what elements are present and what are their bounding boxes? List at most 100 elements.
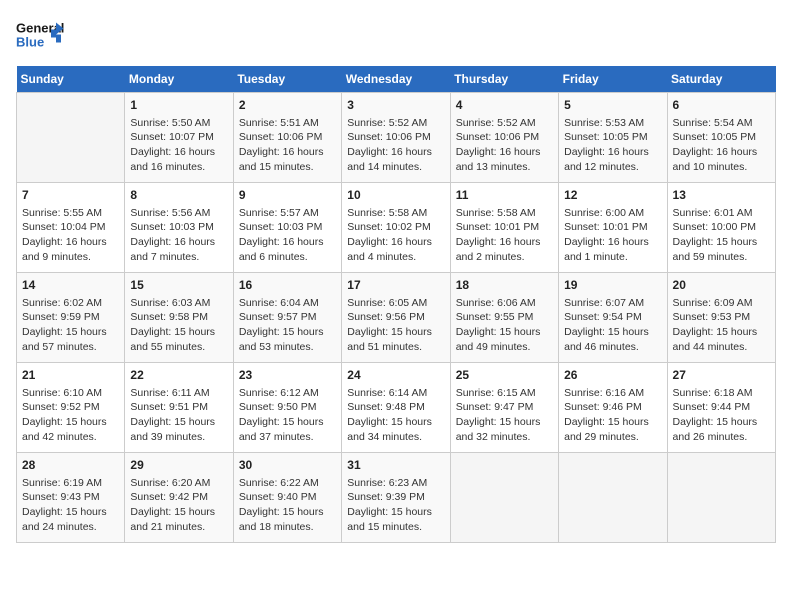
day-number: 26 bbox=[564, 367, 661, 384]
cell-content: Sunrise: 5:51 AM Sunset: 10:06 PM Daylig… bbox=[239, 116, 336, 175]
calendar-cell bbox=[450, 453, 558, 543]
calendar-cell: 25 Sunrise: 6:15 AM Sunset: 9:47 PM Dayli… bbox=[450, 363, 558, 453]
calendar-week-2: 7 Sunrise: 5:55 AM Sunset: 10:04 PM Dayli… bbox=[17, 183, 776, 273]
calendar-cell: 21Sunrise: 6:10 AM Sunset: 9:52 PM Dayli… bbox=[17, 363, 125, 453]
calendar-cell: 13 Sunrise: 6:01 AM Sunset: 10:00 PM Dayl… bbox=[667, 183, 775, 273]
calendar-week-5: 28Sunrise: 6:19 AM Sunset: 9:43 PM Dayli… bbox=[17, 453, 776, 543]
cell-content: Sunrise: 5:52 AM Sunset: 10:06 PM Daylig… bbox=[347, 116, 444, 175]
day-number: 28 bbox=[22, 457, 119, 474]
weekday-header-monday: Monday bbox=[125, 66, 233, 93]
cell-content: Sunrise: 6:09 AM Sunset: 9:53 PM Dayligh… bbox=[673, 296, 770, 355]
weekday-header-thursday: Thursday bbox=[450, 66, 558, 93]
weekday-header-saturday: Saturday bbox=[667, 66, 775, 93]
calendar-cell: 27Sunrise: 6:18 AM Sunset: 9:44 PM Dayli… bbox=[667, 363, 775, 453]
cell-content: Sunrise: 6:02 AM Sunset: 9:59 PM Dayligh… bbox=[22, 296, 119, 355]
cell-content: Sunrise: 6:01 AM Sunset: 10:00 PM Daylig… bbox=[673, 206, 770, 265]
calendar-cell: 22 Sunrise: 6:11 AM Sunset: 9:51 PM Dayli… bbox=[125, 363, 233, 453]
calendar-cell: 9 Sunrise: 5:57 AM Sunset: 10:03 PM Dayli… bbox=[233, 183, 341, 273]
day-number: 27 bbox=[673, 367, 770, 384]
cell-content: Sunrise: 6:16 AM Sunset: 9:46 PM Dayligh… bbox=[564, 386, 661, 445]
day-number: 2 bbox=[239, 97, 336, 114]
calendar-header: SundayMondayTuesdayWednesdayThursdayFrid… bbox=[17, 66, 776, 93]
day-number: 13 bbox=[673, 187, 770, 204]
page-header: General Blue bbox=[16, 16, 776, 56]
day-number: 14 bbox=[22, 277, 119, 294]
calendar-week-3: 14 Sunrise: 6:02 AM Sunset: 9:59 PM Dayli… bbox=[17, 273, 776, 363]
calendar-cell: 11Sunrise: 5:58 AM Sunset: 10:01 PM Dayl… bbox=[450, 183, 558, 273]
calendar-cell bbox=[17, 93, 125, 183]
logo: General Blue bbox=[16, 16, 66, 56]
logo-svg: General Blue bbox=[16, 16, 66, 56]
calendar-week-1: 1 Sunrise: 5:50 AM Sunset: 10:07 PM Dayli… bbox=[17, 93, 776, 183]
day-number: 1 bbox=[130, 97, 227, 114]
cell-content: Sunrise: 5:53 AM Sunset: 10:05 PM Daylig… bbox=[564, 116, 661, 175]
calendar-cell: 30Sunrise: 6:22 AM Sunset: 9:40 PM Dayli… bbox=[233, 453, 341, 543]
day-number: 4 bbox=[456, 97, 553, 114]
weekday-header-friday: Friday bbox=[559, 66, 667, 93]
day-number: 10 bbox=[347, 187, 444, 204]
calendar-cell: 14 Sunrise: 6:02 AM Sunset: 9:59 PM Dayli… bbox=[17, 273, 125, 363]
calendar-cell: 2 Sunrise: 5:51 AM Sunset: 10:06 PM Dayli… bbox=[233, 93, 341, 183]
day-number: 17 bbox=[347, 277, 444, 294]
calendar-table: SundayMondayTuesdayWednesdayThursdayFrid… bbox=[16, 66, 776, 543]
day-number: 5 bbox=[564, 97, 661, 114]
calendar-cell: 12 Sunrise: 6:00 AM Sunset: 10:01 PM Dayl… bbox=[559, 183, 667, 273]
day-number: 8 bbox=[130, 187, 227, 204]
calendar-body: 1 Sunrise: 5:50 AM Sunset: 10:07 PM Dayli… bbox=[17, 93, 776, 543]
day-number: 29 bbox=[130, 457, 227, 474]
calendar-cell: 8Sunrise: 5:56 AM Sunset: 10:03 PM Dayli… bbox=[125, 183, 233, 273]
calendar-cell: 5 Sunrise: 5:53 AM Sunset: 10:05 PM Dayli… bbox=[559, 93, 667, 183]
cell-content: Sunrise: 6:06 AM Sunset: 9:55 PM Dayligh… bbox=[456, 296, 553, 355]
day-number: 6 bbox=[673, 97, 770, 114]
day-number: 24 bbox=[347, 367, 444, 384]
weekday-header-tuesday: Tuesday bbox=[233, 66, 341, 93]
calendar-cell: 17 Sunrise: 6:05 AM Sunset: 9:56 PM Dayli… bbox=[342, 273, 450, 363]
day-number: 19 bbox=[564, 277, 661, 294]
calendar-cell: 16 Sunrise: 6:04 AM Sunset: 9:57 PM Dayli… bbox=[233, 273, 341, 363]
cell-content: Sunrise: 6:15 AM Sunset: 9:47 PM Dayligh… bbox=[456, 386, 553, 445]
cell-content: Sunrise: 6:14 AM Sunset: 9:48 PM Dayligh… bbox=[347, 386, 444, 445]
calendar-cell: 6Sunrise: 5:54 AM Sunset: 10:05 PM Dayli… bbox=[667, 93, 775, 183]
calendar-cell: 10 Sunrise: 5:58 AM Sunset: 10:02 PM Dayl… bbox=[342, 183, 450, 273]
day-number: 23 bbox=[239, 367, 336, 384]
calendar-cell bbox=[559, 453, 667, 543]
calendar-cell: 18 Sunrise: 6:06 AM Sunset: 9:55 PM Dayli… bbox=[450, 273, 558, 363]
cell-content: Sunrise: 6:04 AM Sunset: 9:57 PM Dayligh… bbox=[239, 296, 336, 355]
weekday-header-sunday: Sunday bbox=[17, 66, 125, 93]
calendar-cell: 31 Sunrise: 6:23 AM Sunset: 9:39 PM Dayli… bbox=[342, 453, 450, 543]
cell-content: Sunrise: 6:20 AM Sunset: 9:42 PM Dayligh… bbox=[130, 476, 227, 535]
calendar-cell: 23 Sunrise: 6:12 AM Sunset: 9:50 PM Dayli… bbox=[233, 363, 341, 453]
calendar-cell: 4 Sunrise: 5:52 AM Sunset: 10:06 PM Dayli… bbox=[450, 93, 558, 183]
cell-content: Sunrise: 5:52 AM Sunset: 10:06 PM Daylig… bbox=[456, 116, 553, 175]
day-number: 7 bbox=[22, 187, 119, 204]
day-number: 22 bbox=[130, 367, 227, 384]
cell-content: Sunrise: 6:11 AM Sunset: 9:51 PM Dayligh… bbox=[130, 386, 227, 445]
day-number: 16 bbox=[239, 277, 336, 294]
calendar-cell: 19 Sunrise: 6:07 AM Sunset: 9:54 PM Dayli… bbox=[559, 273, 667, 363]
day-number: 11 bbox=[456, 187, 553, 204]
day-number: 31 bbox=[347, 457, 444, 474]
cell-content: Sunrise: 5:50 AM Sunset: 10:07 PM Daylig… bbox=[130, 116, 227, 175]
cell-content: Sunrise: 6:00 AM Sunset: 10:01 PM Daylig… bbox=[564, 206, 661, 265]
day-number: 25 bbox=[456, 367, 553, 384]
calendar-cell: 15Sunrise: 6:03 AM Sunset: 9:58 PM Dayli… bbox=[125, 273, 233, 363]
calendar-cell: 1 Sunrise: 5:50 AM Sunset: 10:07 PM Dayli… bbox=[125, 93, 233, 183]
cell-content: Sunrise: 5:57 AM Sunset: 10:03 PM Daylig… bbox=[239, 206, 336, 265]
cell-content: Sunrise: 6:12 AM Sunset: 9:50 PM Dayligh… bbox=[239, 386, 336, 445]
calendar-cell bbox=[667, 453, 775, 543]
cell-content: Sunrise: 6:23 AM Sunset: 9:39 PM Dayligh… bbox=[347, 476, 444, 535]
calendar-week-4: 21Sunrise: 6:10 AM Sunset: 9:52 PM Dayli… bbox=[17, 363, 776, 453]
day-number: 21 bbox=[22, 367, 119, 384]
day-number: 18 bbox=[456, 277, 553, 294]
calendar-cell: 28Sunrise: 6:19 AM Sunset: 9:43 PM Dayli… bbox=[17, 453, 125, 543]
weekday-header-wednesday: Wednesday bbox=[342, 66, 450, 93]
cell-content: Sunrise: 5:58 AM Sunset: 10:02 PM Daylig… bbox=[347, 206, 444, 265]
day-number: 12 bbox=[564, 187, 661, 204]
cell-content: Sunrise: 6:03 AM Sunset: 9:58 PM Dayligh… bbox=[130, 296, 227, 355]
cell-content: Sunrise: 6:05 AM Sunset: 9:56 PM Dayligh… bbox=[347, 296, 444, 355]
cell-content: Sunrise: 5:55 AM Sunset: 10:04 PM Daylig… bbox=[22, 206, 119, 265]
cell-content: Sunrise: 6:07 AM Sunset: 9:54 PM Dayligh… bbox=[564, 296, 661, 355]
day-number: 9 bbox=[239, 187, 336, 204]
day-number: 20 bbox=[673, 277, 770, 294]
calendar-cell: 3Sunrise: 5:52 AM Sunset: 10:06 PM Dayli… bbox=[342, 93, 450, 183]
